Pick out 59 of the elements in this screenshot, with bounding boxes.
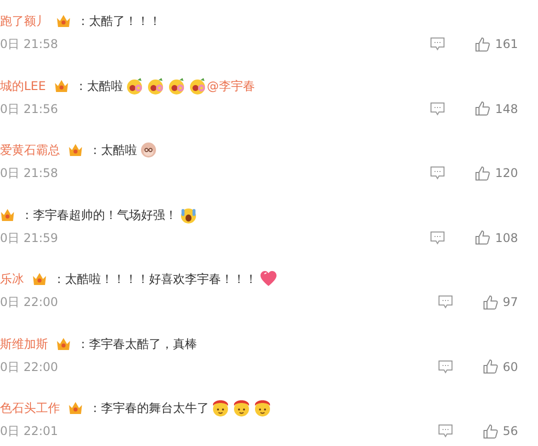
username[interactable]: 斯维加斯 xyxy=(0,334,48,352)
flower-face-emoji-icon xyxy=(166,76,186,94)
comment-icon[interactable] xyxy=(438,360,453,374)
comment-text: ：李宇春太酷了，真棒 xyxy=(77,336,197,352)
comment-time: 0日 22:01 xyxy=(0,423,58,440)
crown-badge-icon xyxy=(0,208,15,222)
username[interactable]: 跑了额丿 xyxy=(0,12,48,30)
thumbs-up-icon[interactable] xyxy=(475,101,490,116)
comment-icon[interactable] xyxy=(430,102,446,116)
crown-badge-icon xyxy=(32,272,47,286)
username[interactable]: 色石头工作 xyxy=(0,399,60,417)
comment-time: 0日 21:58 xyxy=(0,165,58,182)
username[interactable]: 爱黄石霸总 xyxy=(0,141,60,159)
like-count: 60 xyxy=(502,358,518,376)
heart-emoji-icon xyxy=(259,270,278,288)
like-count: 97 xyxy=(502,294,518,311)
comment-icon[interactable] xyxy=(438,295,453,309)
like-count: 108 xyxy=(495,230,518,246)
crown-badge-icon xyxy=(54,78,69,92)
thumbs-up-icon[interactable] xyxy=(482,294,498,310)
flower-face-emoji-icon xyxy=(146,76,165,94)
comment-time: 0日 22:00 xyxy=(0,294,58,311)
crown-badge-icon xyxy=(68,401,83,415)
comment-text: ：太酷啦！！！！好喜欢李宇春！！！ xyxy=(53,271,257,288)
crown-badge-icon xyxy=(68,143,83,157)
thumbs-up-icon[interactable] xyxy=(475,36,490,52)
comment-text: ：太酷了！！！ xyxy=(77,13,161,30)
comment-time: 0日 21:56 xyxy=(0,100,58,118)
thumbs-up-icon[interactable] xyxy=(482,359,498,374)
like-count: 148 xyxy=(495,100,518,118)
headband-face-emoji-icon xyxy=(253,399,272,417)
comment-text: ：李宇春的舞台太牛了 xyxy=(89,400,209,417)
comment-text: ：太酷啦 xyxy=(89,142,137,159)
crown-badge-icon xyxy=(56,14,71,28)
mention-link[interactable]: @李宇春 xyxy=(206,76,255,94)
comment-time: 0日 22:00 xyxy=(0,358,58,376)
username[interactable]: 城的LEE xyxy=(0,76,46,94)
like-count: 120 xyxy=(495,165,518,182)
screaming-face-emoji-icon xyxy=(179,206,198,224)
like-count: 56 xyxy=(502,423,518,440)
like-count: 161 xyxy=(495,36,518,53)
comment-icon[interactable] xyxy=(430,230,446,244)
username[interactable]: 乐冰 xyxy=(0,270,24,288)
monkey-face-emoji-icon xyxy=(139,141,158,159)
comment-time: 0日 21:58 xyxy=(0,36,58,53)
headband-face-emoji-icon xyxy=(211,399,230,417)
comment-icon[interactable] xyxy=(430,37,446,51)
comment-text: ：太酷啦 xyxy=(74,78,123,94)
flower-face-emoji-icon xyxy=(124,76,144,94)
thumbs-up-icon[interactable] xyxy=(475,230,490,245)
flower-face-emoji-icon xyxy=(188,76,207,94)
crown-badge-icon xyxy=(56,336,71,350)
comment-time: 0日 21:59 xyxy=(0,230,58,246)
headband-face-emoji-icon xyxy=(232,399,251,417)
thumbs-up-icon[interactable] xyxy=(475,166,490,180)
comment-text: ：李宇春超帅的！气场好强！ xyxy=(21,206,177,224)
comment-icon[interactable] xyxy=(438,424,453,438)
comment-icon[interactable] xyxy=(430,166,446,180)
thumbs-up-icon[interactable] xyxy=(482,424,498,438)
